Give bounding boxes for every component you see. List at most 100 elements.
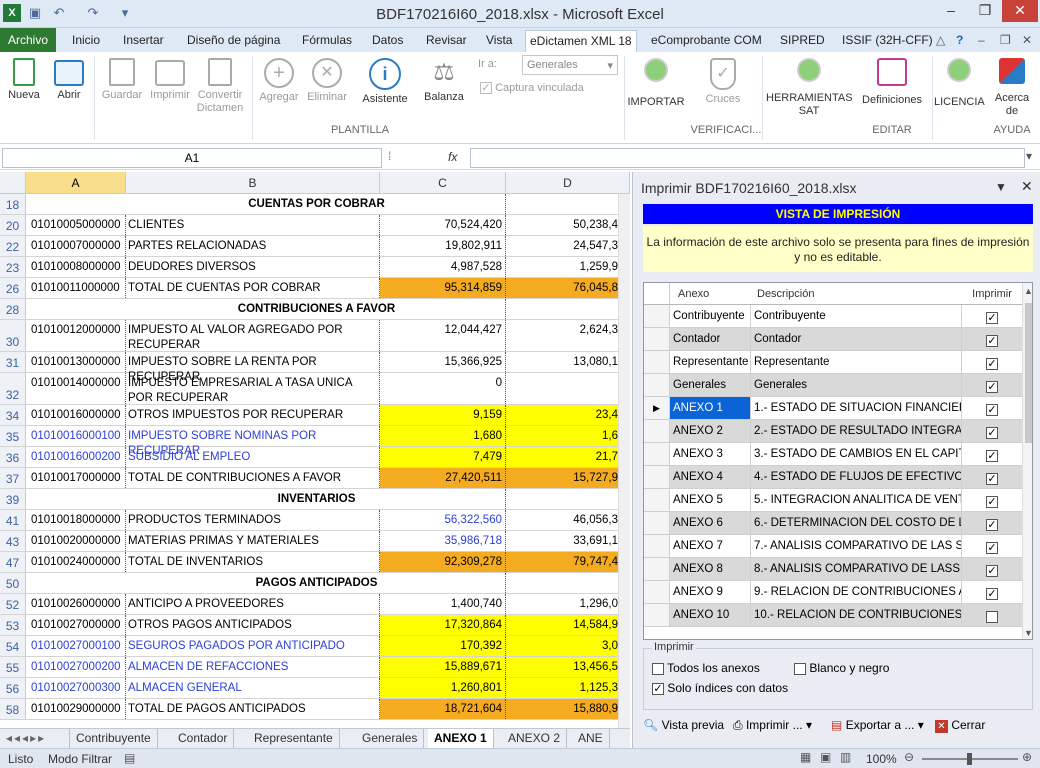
vista-previa-button[interactable]: 🔍︎ Vista previa [643, 718, 724, 732]
amount-c-cell[interactable]: 56,322,560 [380, 510, 506, 530]
anexo-row[interactable]: ANEXO 5 5.- INTEGRACION ANALITICA DE VENT… [644, 489, 1022, 512]
row-selector[interactable] [644, 604, 670, 626]
amount-d-cell[interactable]: 23,4 [506, 405, 618, 425]
amount-d-cell[interactable]: 50,238,4 [506, 215, 618, 235]
row-number[interactable]: 39 [0, 489, 26, 509]
amount-c-cell[interactable]: 170,392 [380, 636, 506, 656]
anexo-cell[interactable]: Contribuyente [670, 305, 751, 327]
imprimir-checkbox[interactable]: ✓ [986, 357, 998, 370]
anexo-cell[interactable]: ANEXO 10 [670, 604, 751, 626]
row-number[interactable]: 28 [0, 299, 26, 319]
guardar-button[interactable]: Guardar [100, 58, 144, 101]
descripcion-cell[interactable]: 10.- RELACION DE CONTRIBUCIONES ... [751, 604, 962, 626]
descripcion-cell[interactable]: Generales [751, 374, 962, 396]
header-imprimir[interactable]: Imprimir [962, 283, 1022, 305]
acerca-de-button[interactable]: Acerca de [990, 58, 1034, 118]
amount-c-cell[interactable]: 12,044,427 [380, 320, 506, 351]
tab-formulas[interactable]: Fórmulas [298, 30, 356, 52]
descripcion-cell[interactable]: 1.- ESTADO DE SITUACION FINANCIERA [751, 397, 962, 419]
anexo-row[interactable]: ANEXO 10 10.- RELACION DE CONTRIBUCIONES … [644, 604, 1022, 627]
row-number[interactable]: 55 [0, 657, 26, 677]
anexo-cell[interactable]: Contador [670, 328, 751, 350]
descripcion-cell[interactable]: 8.- ANALISIS COMPARATIVO DE LASS... [751, 558, 962, 580]
column-header-b[interactable]: B [126, 172, 380, 194]
tab-ecomprobante[interactable]: eComprobante COM [647, 30, 766, 52]
account-name-cell[interactable]: IMPUESTO SOBRE LA RENTA POR RECUPERAR [126, 352, 380, 383]
amount-c-cell[interactable]: 95,314,859 [380, 278, 506, 298]
tab-diseno[interactable]: Diseño de página [183, 30, 284, 52]
descripcion-cell[interactable]: Representante [751, 351, 962, 373]
descripcion-cell[interactable]: 4.- ESTADO DE FLUJOS DE EFECTIVO [751, 466, 962, 488]
row-number[interactable]: 58 [0, 699, 26, 719]
descripcion-cell[interactable]: 5.- INTEGRACION ANALITICA DE VENT... [751, 489, 962, 511]
amount-c-cell[interactable]: 9,159 [380, 405, 506, 425]
amount-c-cell[interactable]: 35,986,718 [380, 531, 506, 551]
imprimir-dropdown-icon[interactable]: ▾ [806, 718, 812, 732]
select-all-corner[interactable] [0, 172, 26, 194]
row-selector[interactable] [644, 489, 670, 511]
sheet-tab-anexo3[interactable]: ANE [572, 729, 610, 748]
amount-d-cell[interactable]: 79,747,4 [506, 552, 618, 572]
current-row-indicator-icon[interactable]: ▶ [644, 397, 670, 419]
account-name-cell[interactable]: SEGUROS PAGADOS POR ANTICIPADO [126, 636, 380, 656]
licencia-button[interactable]: LICENCIA [934, 58, 985, 108]
account-code-cell[interactable]: 01010007000000 [26, 236, 126, 256]
account-name-cell[interactable]: ALMACEN DE REFACCIONES [126, 657, 380, 677]
row-selector[interactable] [644, 351, 670, 373]
cell-d[interactable] [506, 194, 618, 214]
row-number[interactable]: 36 [0, 447, 26, 467]
account-code-cell[interactable]: 01010027000000 [26, 615, 126, 635]
minimize-icon[interactable]: – [934, 0, 968, 22]
captura-vinculada-checkbox[interactable]: ✓ Captura vinculada [480, 82, 620, 95]
anexo-cell[interactable]: ANEXO 4 [670, 466, 751, 488]
section-title-cell[interactable]: CUENTAS POR COBRAR [126, 194, 506, 214]
row-number[interactable]: 32 [0, 373, 26, 404]
amount-d-cell[interactable]: 24,547,3 [506, 236, 618, 256]
row-number[interactable]: 34 [0, 405, 26, 425]
anexo-cell[interactable]: Generales [670, 374, 751, 396]
amount-c-cell[interactable]: 19,802,911 [380, 236, 506, 256]
imprimir-button[interactable]: Imprimir [148, 58, 192, 101]
cell-d[interactable] [506, 299, 618, 319]
account-code-cell[interactable]: 01010024000000 [26, 552, 126, 572]
todos-anexos-box[interactable] [652, 662, 664, 675]
formula-input[interactable] [470, 148, 1025, 168]
panel-close-icon[interactable]: ✕ [1021, 178, 1033, 195]
ir-a-select[interactable]: Generales ▾ [522, 55, 618, 75]
row-number[interactable]: 35 [0, 426, 26, 446]
section-title-cell[interactable]: PAGOS ANTICIPADOS [126, 573, 506, 593]
name-box[interactable]: A1 [2, 148, 382, 168]
imprimir-checkbox[interactable]: ✓ [986, 311, 998, 324]
account-name-cell[interactable]: OTROS PAGOS ANTICIPADOS [126, 615, 380, 635]
exportar-dropdown-icon[interactable]: ▾ [918, 718, 924, 732]
account-name-cell[interactable]: ANTICIPO A PROVEEDORES [126, 594, 380, 614]
amount-d-cell[interactable]: 13,080,1 [506, 352, 618, 372]
account-code-cell[interactable]: 01010026000000 [26, 594, 126, 614]
row-number[interactable]: 30 [0, 320, 26, 351]
importar-button[interactable]: IMPORTAR [626, 58, 686, 108]
restore-icon[interactable]: ❐ [968, 0, 1002, 22]
account-code-cell[interactable]: 01010016000100 [26, 426, 126, 446]
imprimir-checkbox[interactable]: ✓ [986, 518, 998, 531]
row-selector[interactable] [644, 305, 670, 327]
amount-d-cell[interactable]: 46,056,3 [506, 510, 618, 530]
solo-indices-checkbox[interactable]: ✓ Solo índices con datos [652, 681, 788, 695]
anexo-cell[interactable]: ANEXO 2 [670, 420, 751, 442]
row-number[interactable]: 41 [0, 510, 26, 530]
anexo-row[interactable]: ANEXO 3 3.- ESTADO DE CAMBIOS EN EL CAPIT… [644, 443, 1022, 466]
account-code-cell[interactable]: 01010014000000 [26, 373, 126, 404]
eliminar-button[interactable]: ✕ Eliminar [304, 58, 350, 103]
sheet-tab-anexo1[interactable]: ANEXO 1 [428, 729, 494, 748]
amount-c-cell[interactable]: 27,420,511 [380, 468, 506, 488]
agregar-button[interactable]: + Agregar [256, 58, 302, 103]
zoom-level[interactable]: 100% [866, 752, 897, 766]
anexo-row[interactable]: Contribuyente Contribuyente ✓ [644, 305, 1022, 328]
descripcion-cell[interactable]: 9.- RELACION DE CONTRIBUCIONES A... [751, 581, 962, 603]
convertir-dictamen-button[interactable]: Convertir Dictamen [194, 58, 246, 115]
imprimir-checkbox[interactable]: ✓ [986, 472, 998, 485]
row-number[interactable]: 26 [0, 278, 26, 298]
nueva-button[interactable]: Nueva [4, 58, 44, 101]
column-header-d[interactable]: D [506, 172, 630, 194]
imprimir-checkbox[interactable]: ✓ [986, 403, 998, 416]
account-name-cell[interactable]: ALMACEN GENERAL [126, 678, 380, 698]
